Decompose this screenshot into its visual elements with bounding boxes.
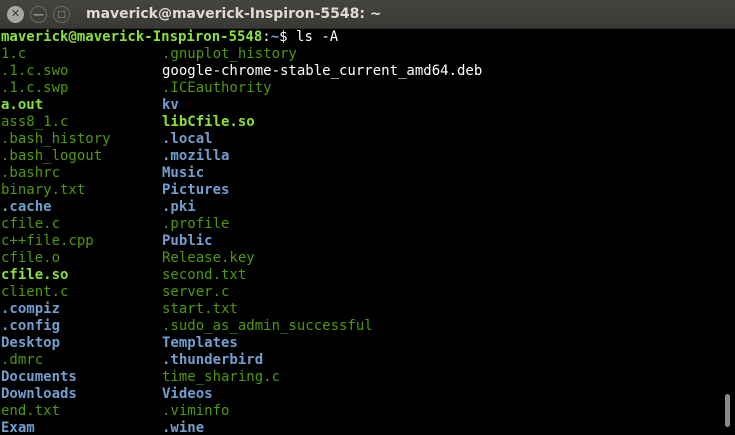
listing-entry: server.c [162,284,230,300]
listing-entry: a.out [1,97,44,113]
listing-entry: ass8_1.c [1,114,69,130]
listing-entry: Videos [162,386,213,402]
scrollbar[interactable] [717,29,735,435]
listing-entry: .profile [162,216,230,232]
listing-row: .dmrc .thunderbird [1,352,716,369]
listing-row: end.txt .viminfo [1,403,716,420]
listing-entry: Exam [1,420,35,435]
scrollbar-thumb[interactable] [725,394,730,427]
listing-row: .bash_logout .mozilla [1,148,716,165]
directory-listing: 1.c .gnuplot_history .1.c.swo google-chrome… [1,46,716,435]
listing-entry: .local [162,131,213,147]
listing-entry: .bash_logout [1,148,103,164]
listing-entry: kv [162,97,179,113]
listing-entry: .viminfo [162,403,230,419]
listing-row: .1.c.swp .ICEauthority [1,80,716,97]
listing-entry: .thunderbird [162,352,264,368]
listing-row: client.c server.c [1,284,716,301]
listing-entry: Music [162,165,205,181]
listing-entry: .ICEauthority [162,80,272,96]
minimize-icon[interactable]: — [30,6,47,23]
listing-entry: time_sharing.c [162,369,281,385]
listing-entry: .dmrc [1,352,44,368]
listing-entry: 1.c [1,46,27,62]
close-icon[interactable]: ✕ [7,6,24,23]
listing-row: .cache .pki [1,199,716,216]
terminal-output[interactable]: maverick@maverick-Inspiron-5548:~$ ls -A… [1,29,716,435]
listing-entry: .1.c.swp [1,80,69,96]
prompt-path: ~ [270,29,280,45]
listing-entry: .1.c.swo [1,63,69,79]
window-title: maverick@maverick-Inspiron-5548: ~ [86,6,382,22]
listing-entry: .gnuplot_history [162,46,297,62]
listing-entry: .wine [162,420,205,435]
listing-row: cfile.so second.txt [1,267,716,284]
listing-entry: Downloads [1,386,77,402]
listing-entry: libCfile.so [162,114,255,130]
prompt-user-host: maverick@maverick-Inspiron-5548 [1,29,263,45]
listing-row: 1.c .gnuplot_history [1,46,716,63]
listing-entry: Desktop [1,335,61,351]
listing-row: Desktop Templates [1,335,716,352]
prompt-separator: : [262,29,271,45]
listing-entry: Release.key [162,250,255,266]
listing-entry: c++file.cpp [1,233,94,249]
listing-entry: .pki [162,199,196,215]
listing-entry: end.txt [1,403,61,419]
listing-row: .compiz start.txt [1,301,716,318]
listing-entry: .sudo_as_admin_successful [162,318,373,334]
listing-entry: Public [162,233,213,249]
listing-row: c++file.cpp Public [1,233,716,250]
listing-entry: .config [1,318,61,334]
listing-entry: .mozilla [162,148,230,164]
listing-row: Documents time_sharing.c [1,369,716,386]
listing-entry: second.txt [162,267,247,283]
listing-entry: .cache [1,199,52,215]
maximize-icon[interactable]: □ [53,6,70,23]
listing-row: binary.txt Pictures [1,182,716,199]
listing-entry: client.c [1,284,69,300]
listing-row: ass8_1.c libCfile.so [1,114,716,131]
listing-entry: .bash_history [1,131,111,147]
listing-entry: Pictures [162,182,230,198]
listing-entry: Documents [1,369,77,385]
listing-entry: google-chrome-stable_current_amd64.deb [162,63,483,79]
listing-entry: Templates [162,335,238,351]
listing-entry: .bashrc [1,165,61,181]
listing-row: .config .sudo_as_admin_successful [1,318,716,335]
prompt-line: maverick@maverick-Inspiron-5548:~$ ls -A [1,29,716,46]
listing-entry: cfile.so [1,267,69,283]
listing-row: .bash_history .local [1,131,716,148]
listing-entry: cfile.c [1,216,61,232]
title-bar[interactable]: ✕ — □ maverick@maverick-Inspiron-5548: ~ [0,0,735,29]
terminal-window: ✕ — □ maverick@maverick-Inspiron-5548: ~… [0,0,735,435]
listing-row: a.out kv [1,97,716,114]
listing-entry: binary.txt [1,182,86,198]
listing-row: cfile.c .profile [1,216,716,233]
listing-row: Exam .wine [1,420,716,435]
listing-entry: .compiz [1,301,61,317]
prompt-command: ls -A [296,29,339,45]
listing-row: cfile.o Release.key [1,250,716,267]
listing-row: .bashrc Music [1,165,716,182]
prompt-symbol: $ [279,29,297,45]
listing-row: .1.c.swo google-chrome-stable_current_amd… [1,63,716,80]
listing-row: Downloads Videos [1,386,716,403]
listing-entry: start.txt [162,301,238,317]
listing-entry: cfile.o [1,250,61,266]
